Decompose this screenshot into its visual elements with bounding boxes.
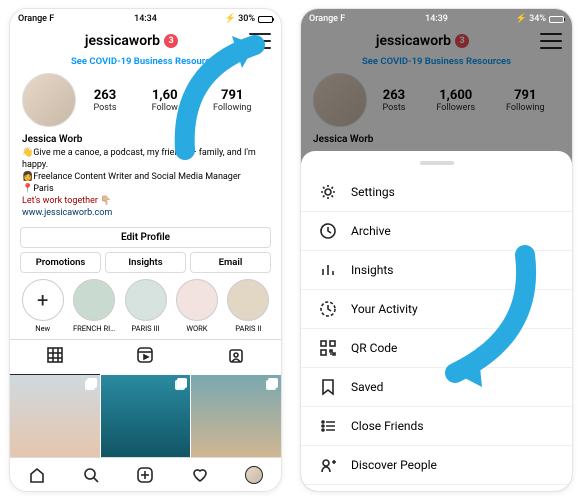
new-highlight-icon: +	[22, 279, 64, 321]
highlight-item[interactable]: +New	[20, 279, 65, 333]
post-thumbnail[interactable]	[191, 375, 281, 465]
phone-right: Orange F 14:39 ⚡ 34% jessicaworb 3 See C…	[300, 8, 573, 492]
activity-icon[interactable]	[191, 466, 209, 484]
bio: Jessica Worb 👋Give me a canoe, a podcast…	[10, 131, 281, 225]
menu-sheet: Settings Archive Insights Your Activity QR C…	[301, 151, 572, 491]
settings-icon	[319, 183, 337, 201]
highlight-item[interactable]: FRENCH RI…	[71, 279, 116, 333]
menu-item-qrcode[interactable]: QR Code	[301, 329, 572, 368]
battery-icon	[549, 16, 564, 23]
menu-item-label: Archive	[351, 224, 391, 238]
tagged-icon	[227, 346, 245, 364]
username-header[interactable]: jessicaworb 3	[85, 33, 178, 49]
highlights-row[interactable]: +NewFRENCH RI…PARIS IIIWORKPARIS II	[10, 279, 281, 339]
profile-nav-avatar[interactable]	[245, 466, 263, 484]
battery-icon	[258, 16, 273, 23]
email-button[interactable]: Email	[190, 252, 271, 273]
promotions-button[interactable]: Promotions	[20, 252, 101, 273]
insights-icon	[319, 261, 337, 279]
edit-profile-button[interactable]: Edit Profile	[20, 227, 271, 248]
menu-item-insights[interactable]: Insights	[301, 251, 572, 290]
post-thumbnail[interactable]	[101, 375, 191, 465]
menu-item-activity[interactable]: Your Activity	[301, 290, 572, 329]
avatar[interactable]	[22, 73, 76, 127]
highlight-item[interactable]: WORK	[174, 279, 219, 333]
grid-icon	[46, 346, 64, 364]
content-tabs	[10, 339, 281, 375]
menu-item-settings[interactable]: Settings	[301, 173, 572, 212]
activity-icon	[319, 300, 337, 318]
menu-item-archive[interactable]: Archive	[301, 212, 572, 251]
insights-button[interactable]: Insights	[105, 252, 186, 273]
post-thumbnail[interactable]	[10, 375, 100, 465]
archive-icon	[319, 222, 337, 240]
menu-button[interactable]	[249, 33, 271, 49]
bottom-nav	[10, 457, 281, 491]
search-icon[interactable]	[82, 466, 100, 484]
menu-item-label: Discover People	[351, 458, 437, 472]
menu-item-label: Your Activity	[351, 302, 418, 316]
status-bar: Orange F 14:34 ⚡ 30%	[10, 9, 281, 27]
stat-posts[interactable]: 263Posts	[94, 88, 117, 113]
menu-item-saved[interactable]: Saved	[301, 368, 572, 407]
qrcode-icon	[319, 339, 337, 357]
highlight-item[interactable]: PARIS III	[123, 279, 168, 333]
status-bar: Orange F 14:39 ⚡ 34%	[301, 9, 572, 27]
grid-tab[interactable]	[10, 340, 100, 375]
menu-item-label: Insights	[351, 263, 393, 277]
clock: 14:39	[301, 14, 572, 24]
phone-left: Orange F 14:34 ⚡ 30% jessicaworb 3 See C…	[9, 8, 282, 492]
carousel-icon	[177, 378, 187, 388]
menu-item-label: Saved	[351, 380, 383, 394]
menu-item-closefriends[interactable]: Close Friends	[301, 407, 572, 446]
carousel-icon	[268, 378, 278, 388]
create-icon[interactable]	[136, 466, 154, 484]
home-icon[interactable]	[28, 466, 46, 484]
carousel-icon	[87, 378, 97, 388]
notification-badge: 3	[164, 34, 178, 48]
posts-grid	[10, 375, 281, 465]
clock: 14:34	[10, 14, 281, 24]
stat-followers[interactable]: 1,60Follow	[152, 88, 178, 113]
bio-url[interactable]: www.jessicaworb.com	[22, 208, 112, 218]
sheet-handle[interactable]	[420, 161, 454, 165]
tagged-tab[interactable]	[191, 340, 281, 375]
stat-following[interactable]: 791Following	[213, 88, 252, 113]
discover-icon	[319, 456, 337, 474]
saved-icon	[319, 378, 337, 396]
covid-resources-link[interactable]: See COVID-19 Business Resources	[10, 53, 281, 73]
closefriends-icon	[319, 417, 337, 435]
menu-item-label: Close Friends	[351, 419, 424, 433]
reels-tab[interactable]	[100, 340, 190, 375]
menu-item-discover[interactable]: Discover People	[301, 446, 572, 485]
menu-item-label: QR Code	[351, 341, 397, 355]
menu-item-label: Settings	[351, 185, 395, 199]
highlight-item[interactable]: PARIS II	[226, 279, 271, 333]
reels-icon	[136, 346, 154, 364]
